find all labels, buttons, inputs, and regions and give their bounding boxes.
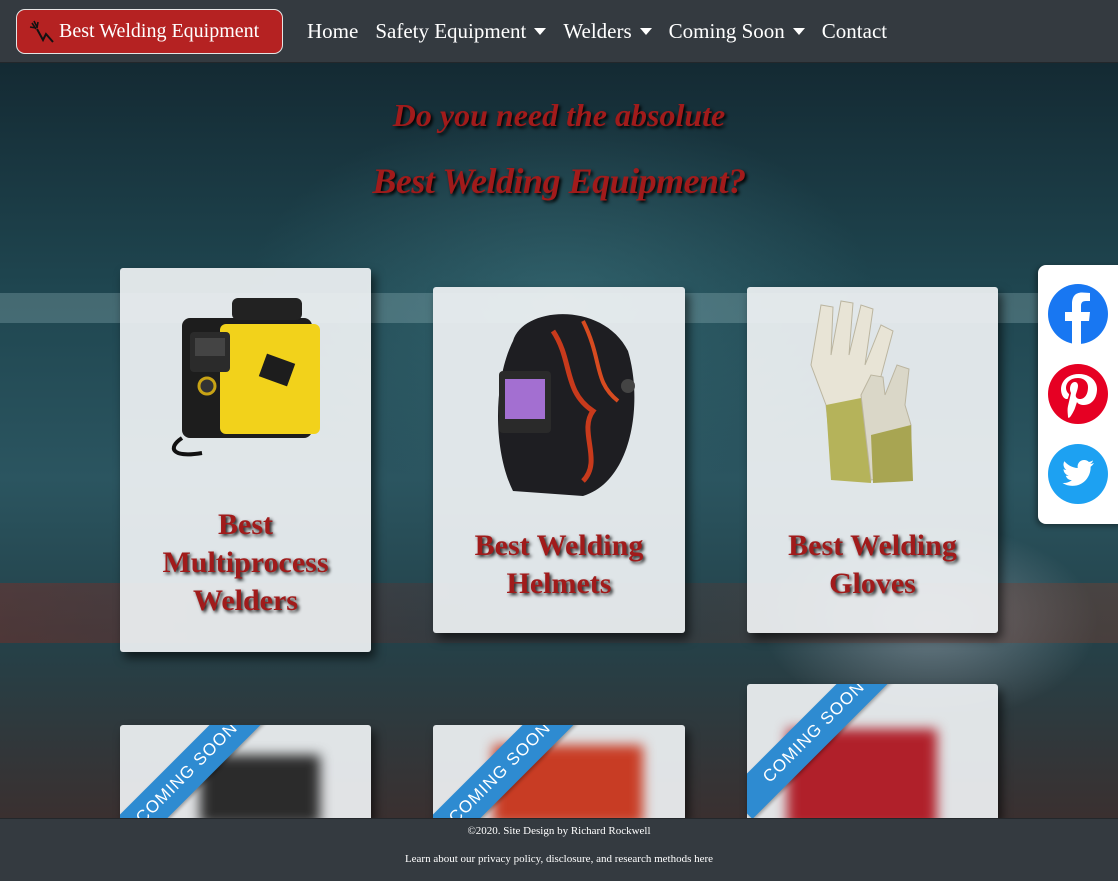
nav-safety-equipment[interactable]: Safety Equipment [375, 19, 547, 44]
card-title-line: Helmets [506, 567, 612, 600]
nav-contact[interactable]: Contact [822, 19, 887, 44]
card-coming-soon[interactable]: COMING SOON [120, 725, 371, 818]
chevron-down-icon [792, 28, 805, 35]
multiprocess-welder-image [171, 298, 320, 457]
card-welding-helmets[interactable]: Best Welding Helmets [433, 287, 685, 633]
welding-gloves-image [810, 300, 913, 483]
chevron-down-icon [534, 28, 547, 35]
nav-coming-soon[interactable]: Coming Soon [669, 19, 805, 44]
brand-button[interactable]: Best Welding Equipment [16, 9, 283, 54]
card-title-line: Best Welding [474, 529, 644, 562]
navbar: Best Welding Equipment Home Safety Equip… [0, 0, 1118, 63]
card-title-line: Best Welding [788, 529, 957, 562]
footer-copyright: ©2020. Site Design by Richard Rockwell [467, 825, 651, 837]
social-share-bar [1038, 265, 1118, 524]
nav-safety-label: Safety Equipment [375, 19, 527, 43]
card-title-line: Welders [193, 584, 298, 617]
card-title-line: Gloves [829, 567, 916, 600]
welding-helmet-image [498, 314, 635, 496]
facebook-icon[interactable] [1047, 283, 1109, 345]
chevron-down-icon [639, 28, 652, 35]
brand-label: Best Welding Equipment [59, 20, 260, 42]
twitter-icon[interactable] [1047, 443, 1109, 505]
card-title: Best Welding Gloves [747, 527, 998, 603]
card-title-line: Best [218, 508, 273, 541]
nav-home-label: Home [307, 19, 359, 43]
nav-home[interactable]: Home [307, 19, 358, 44]
footer-learn-link[interactable]: Learn about our privacy policy, disclosu… [405, 853, 713, 865]
card-coming-soon[interactable]: COMING SOON [433, 725, 685, 818]
main-nav: Home Safety Equipment Welders Coming Soo… [307, 0, 904, 63]
card-multiprocess-welders[interactable]: Best Multiprocess Welders [120, 268, 371, 652]
card-welding-gloves[interactable]: Best Welding Gloves [747, 287, 998, 633]
footer: ©2020. Site Design by Richard Rockwell L… [0, 818, 1118, 881]
nav-welders[interactable]: Welders [563, 19, 652, 44]
hero-line-1: Do you need the absolute [392, 97, 726, 133]
card-title-line: Multiprocess [162, 546, 329, 579]
pinterest-icon[interactable] [1047, 363, 1109, 425]
card-title: Best Welding Helmets [433, 527, 685, 603]
card-title: Best Multiprocess Welders [120, 506, 371, 620]
hero-line-2: Best Welding Equipment? [372, 161, 746, 201]
welding-torch-icon [29, 20, 54, 43]
card-coming-soon[interactable]: COMING SOON [747, 684, 998, 818]
nav-welders-label: Welders [563, 19, 632, 43]
nav-contact-label: Contact [821, 19, 888, 43]
nav-coming-soon-label: Coming Soon [668, 19, 785, 43]
